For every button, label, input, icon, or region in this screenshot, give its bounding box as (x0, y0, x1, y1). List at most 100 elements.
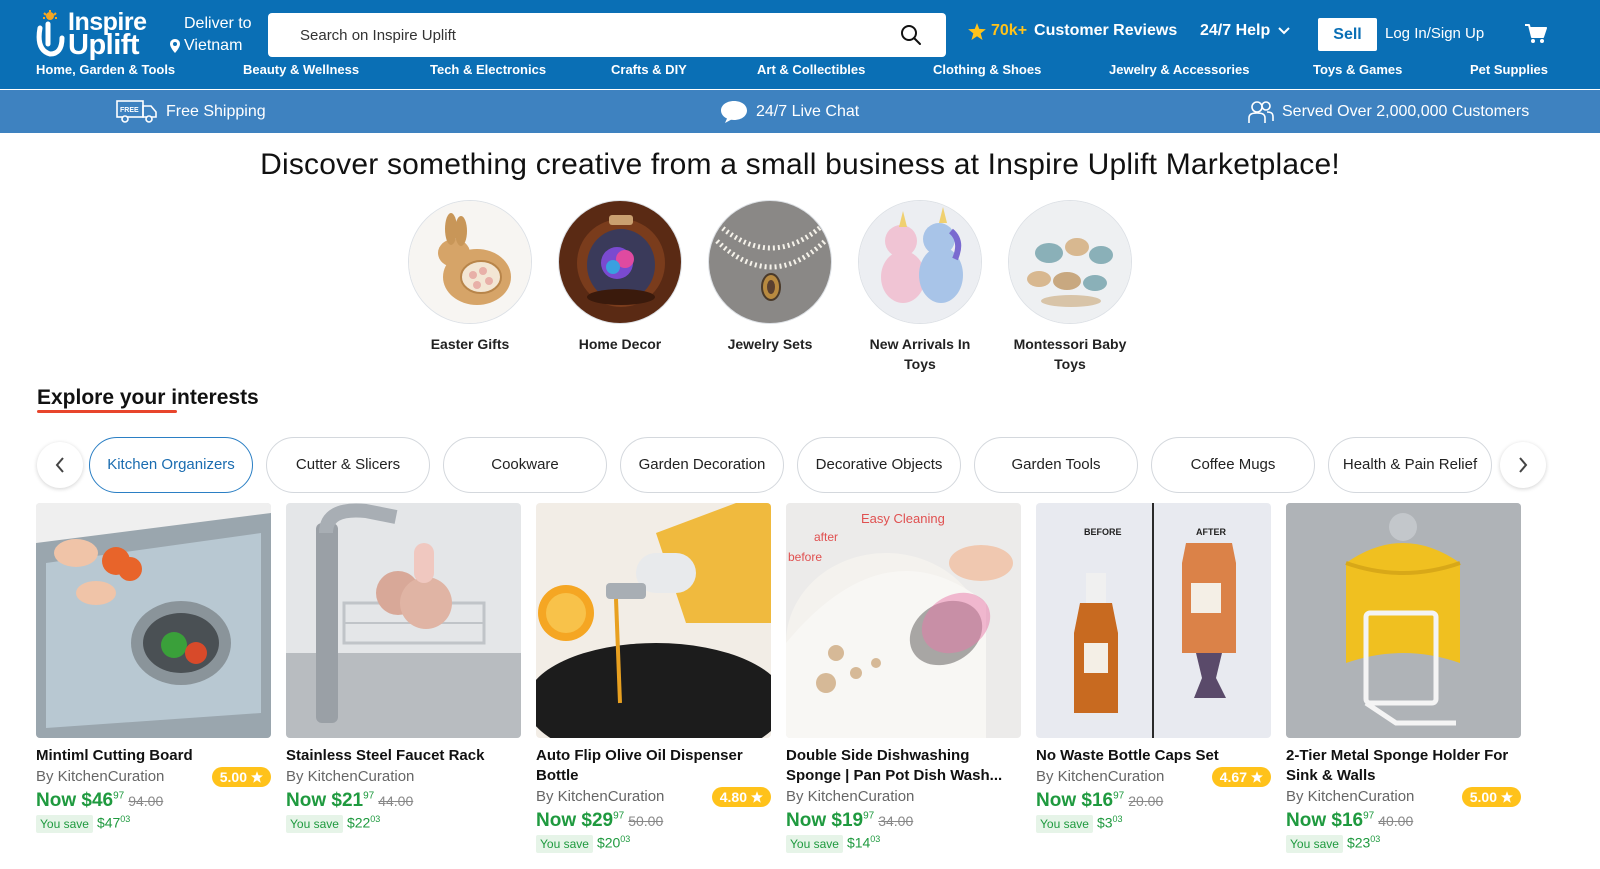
site-header: Inspire Uplift Deliver to Vietnam 70k+ C… (0, 0, 1600, 89)
save-cents: 03 (370, 814, 381, 824)
you-save-label: You save (1036, 814, 1093, 833)
category-home-decor[interactable]: Home Decor (555, 200, 685, 354)
product-card[interactable]: Stainless Steel Faucet Rack By KitchenCu… (286, 503, 521, 833)
chevron-left-icon (55, 457, 64, 473)
image-caption-before: BEFORE (1084, 527, 1122, 537)
old-price: 94.00 (128, 793, 164, 809)
rating-badge: 4.80 (711, 787, 771, 807)
category-label: Jewelry Sets (727, 336, 813, 352)
product-card[interactable]: Auto Flip Olive Oil Dispenser Bottle By … (536, 503, 771, 853)
customer-reviews-link[interactable]: 70k+ Customer Reviews (968, 22, 1177, 40)
nav-crafts-diy[interactable]: Crafts & DIY (611, 62, 687, 77)
save-cents: 03 (870, 834, 881, 844)
explore-title: Explore your interests (37, 386, 259, 409)
customers-icon (1248, 101, 1274, 123)
help-dropdown[interactable]: 24/7 Help (1200, 22, 1290, 40)
logo-text-uplift: Uplift (68, 29, 140, 61)
category-montessori-baby-toys[interactable]: Montessori Baby Toys (1005, 200, 1135, 374)
save-int: $23 (1346, 834, 1371, 851)
sponge-holder-image (1286, 503, 1521, 738)
product-card[interactable]: 2-Tier Metal Sponge Holder For Sink & Wa… (1286, 503, 1521, 853)
product-price: Now $4697 94.00 (36, 790, 271, 812)
rating-value: 4.67 (1219, 769, 1247, 785)
nav-beauty-wellness[interactable]: Beauty & Wellness (243, 62, 359, 77)
pearl-necklace-image (708, 200, 832, 324)
rating-value: 4.80 (719, 789, 747, 805)
category-label: Montessori Baby Toys (1013, 336, 1127, 372)
old-price: 40.00 (1378, 813, 1414, 829)
save-int: $22 (346, 814, 371, 831)
chips-prev-button[interactable] (37, 442, 83, 488)
save-cents: 03 (1370, 834, 1381, 844)
live-chat-info[interactable]: 24/7 Live Chat (720, 100, 859, 124)
rating-badge: 5.00 (1461, 787, 1521, 807)
nav-pet-supplies[interactable]: Pet Supplies (1470, 62, 1548, 77)
product-price: Now $2197 44.00 (286, 790, 521, 812)
product-card[interactable]: BEFORE AFTER No Waste Bottle Caps Set By… (1036, 503, 1271, 833)
cart-icon (1525, 24, 1547, 43)
inspire-uplift-logo[interactable]: Inspire Uplift (34, 6, 154, 60)
chip-garden-decoration[interactable]: Garden Decoration (620, 437, 784, 493)
oil-dispenser-image (536, 503, 771, 738)
bottle-caps-image: BEFORE AFTER (1036, 503, 1271, 738)
product-card[interactable]: Easy Cleaning after before Double Side D… (786, 503, 1021, 853)
image-caption-after: after (814, 530, 838, 544)
category-new-arrivals-toys[interactable]: New Arrivals In Toys (855, 200, 985, 374)
live-chat-label: 24/7 Live Chat (756, 103, 860, 120)
search-button[interactable] (900, 24, 922, 46)
rating-badge: 5.00 (211, 767, 271, 787)
nav-toys-games[interactable]: Toys & Games (1313, 62, 1402, 77)
chips-next-button[interactable] (1500, 442, 1546, 488)
product-title: Mintiml Cutting Board (36, 747, 193, 764)
save-int: $3 (1096, 814, 1113, 831)
product-meta: By KitchenCuration 4.80 (536, 786, 771, 808)
cart-button[interactable] (1525, 24, 1547, 49)
price-cents: 97 (1113, 790, 1125, 802)
faucet-rack-image (286, 503, 521, 738)
you-save-label: You save (36, 814, 93, 833)
chip-coffee-mugs[interactable]: Coffee Mugs (1151, 437, 1315, 493)
old-price: 34.00 (878, 813, 914, 829)
info-bar: FREE Free Shipping 24/7 Live Chat Served… (0, 90, 1600, 133)
customers-served-label: Served Over 2,000,000 Customers (1282, 103, 1530, 120)
sell-button[interactable]: Sell (1318, 18, 1377, 51)
login-signup-link[interactable]: Log In/Sign Up (1385, 25, 1484, 42)
product-price: Now $1697 40.00 (1286, 810, 1521, 832)
star-icon (1251, 771, 1263, 783)
chip-cutter-slicers[interactable]: Cutter & Slicers (266, 437, 430, 493)
product-title: No Waste Bottle Caps Set (1036, 747, 1219, 764)
product-meta: By KitchenCuration (286, 766, 521, 788)
product-savings: You save $2203 (286, 814, 521, 833)
wooden-tea-set-image (1008, 200, 1132, 324)
star-icon (251, 771, 263, 783)
nav-jewelry-accessories[interactable]: Jewelry & Accessories (1109, 62, 1249, 77)
price-cents: 97 (363, 790, 375, 802)
chip-kitchen-organizers[interactable]: Kitchen Organizers (89, 437, 253, 493)
product-title: Double Side Dishwashing Sponge | Pan Pot… (786, 747, 1003, 784)
product-card[interactable]: Mintiml Cutting Board By KitchenCuration… (36, 503, 271, 833)
deliver-location: Vietnam (184, 37, 243, 54)
chip-cookware[interactable]: Cookware (443, 437, 607, 493)
free-shipping-info: FREE Free Shipping (116, 100, 266, 124)
price-prefix: Now $ (536, 810, 592, 831)
search-input[interactable] (268, 13, 888, 57)
free-badge-text: FREE (120, 107, 139, 114)
nav-home-garden-tools[interactable]: Home, Garden & Tools (36, 62, 175, 77)
chip-health-pain-relief[interactable]: Health & Pain Relief (1328, 437, 1492, 493)
nav-art-collectibles[interactable]: Art & Collectibles (757, 62, 865, 77)
category-jewelry-sets[interactable]: Jewelry Sets (705, 200, 835, 354)
chip-garden-tools[interactable]: Garden Tools (974, 437, 1138, 493)
category-label: Home Decor (578, 336, 662, 352)
nav-clothing-shoes[interactable]: Clothing & Shoes (933, 62, 1041, 77)
category-easter-gifts[interactable]: Easter Gifts (405, 200, 535, 354)
chat-bubble-icon (721, 101, 747, 123)
image-caption-after: AFTER (1196, 527, 1226, 537)
category-label: New Arrivals In Toys (869, 336, 971, 372)
nav-tech-electronics[interactable]: Tech & Electronics (430, 62, 546, 77)
price-cents: 97 (613, 810, 625, 822)
product-meta: By KitchenCuration 4.67 (1036, 766, 1271, 788)
product-savings: You save $2303 (1286, 834, 1521, 853)
chip-decorative-objects[interactable]: Decorative Objects (797, 437, 961, 493)
dish-sponge-image: Easy Cleaning after before (786, 503, 1021, 738)
customers-served-info: Served Over 2,000,000 Customers (1248, 100, 1529, 124)
